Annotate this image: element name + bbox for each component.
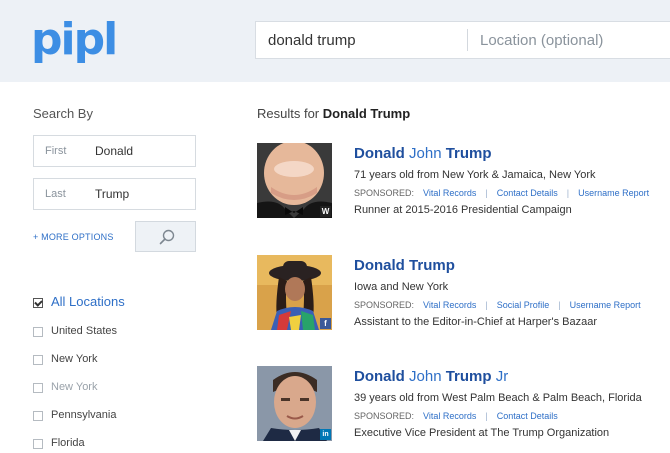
result-job: Runner at 2015-2016 Presidential Campaig…	[354, 204, 572, 216]
location-label[interactable]: New York	[51, 353, 97, 365]
contact-details-link[interactable]: Contact Details	[497, 188, 558, 198]
location-label[interactable]: Florida	[51, 437, 85, 449]
first-name-value[interactable]: Donald	[95, 144, 133, 158]
social-profile-link[interactable]: Social Profile	[497, 300, 550, 310]
link-separator: |	[485, 300, 488, 310]
name-last[interactable]: Trump	[409, 257, 455, 274]
checkbox-checked[interactable]	[33, 298, 43, 308]
wikipedia-icon: W	[320, 206, 331, 217]
sponsored-links: SPONSORED: Vital Records | Contact Details	[354, 411, 558, 421]
name-suffix[interactable]: Jr	[492, 368, 509, 385]
vital-records-link[interactable]: Vital Records	[423, 300, 476, 310]
result-name-link[interactable]: Donald Trump	[354, 257, 455, 274]
username-report-link[interactable]: Username Report	[570, 300, 641, 310]
result-description: 71 years old from New York & Jamaica, Ne…	[354, 169, 596, 181]
search-bar: donald trump Location (optional)	[255, 21, 670, 59]
location-label[interactable]: Pennsylvania	[51, 409, 116, 421]
search-button[interactable]	[135, 221, 196, 252]
checkbox[interactable]	[33, 355, 43, 365]
linkedin-icon: in	[320, 429, 331, 440]
sponsored-links: SPONSORED: Vital Records | Social Profile | U…	[354, 300, 641, 310]
link-separator: |	[485, 411, 488, 421]
sponsored-links: SPONSORED: Vital Records | Contact Details |…	[354, 188, 649, 198]
search-divider	[467, 29, 468, 51]
name-first[interactable]: Donald	[354, 257, 405, 274]
location-label[interactable]: New York	[51, 381, 97, 393]
sponsored-label: SPONSORED:	[354, 188, 415, 198]
vital-records-link[interactable]: Vital Records	[423, 188, 476, 198]
username-report-link[interactable]: Username Report	[578, 188, 649, 198]
name-first[interactable]: Donald	[354, 145, 405, 162]
pipl-logo[interactable]: pipl	[31, 14, 118, 66]
name-search-input[interactable]: donald trump	[268, 32, 356, 49]
checkbox[interactable]	[33, 327, 43, 337]
result-description: Iowa and New York	[354, 281, 449, 293]
first-name-label: First	[45, 145, 67, 157]
search-by-heading: Search By	[33, 106, 93, 121]
name-middle[interactable]: John	[405, 145, 446, 162]
location-label[interactable]: All Locations	[51, 294, 125, 309]
result-job: Executive Vice President at The Trump Or…	[354, 427, 610, 439]
facebook-icon: f	[320, 318, 331, 329]
header: pipl donald trump Location (optional)	[0, 0, 670, 82]
results-query: Donald Trump	[322, 106, 411, 121]
result-description: 39 years old from West Palm Beach & Palm…	[354, 392, 642, 404]
result-item: W Donald John Trump 71 years old from Ne…	[257, 143, 670, 223]
checkbox[interactable]	[33, 439, 43, 449]
checkbox[interactable]	[33, 383, 43, 393]
name-last[interactable]: Trump	[446, 368, 492, 385]
profile-photo[interactable]: W	[257, 143, 332, 218]
last-name-field[interactable]: Last Trump	[33, 178, 196, 210]
first-name-field[interactable]: First Donald	[33, 135, 196, 167]
location-search-input[interactable]: Location (optional)	[480, 32, 603, 49]
result-name-link[interactable]: Donald John Trump Jr	[354, 368, 508, 385]
contact-details-link[interactable]: Contact Details	[497, 411, 558, 421]
location-label[interactable]: United States	[51, 325, 117, 337]
link-separator: |	[558, 300, 561, 310]
name-first[interactable]: Donald	[354, 368, 405, 385]
vital-records-link[interactable]: Vital Records	[423, 411, 476, 421]
name-middle[interactable]: John	[405, 368, 446, 385]
link-separator: |	[485, 188, 488, 198]
result-item: f Donald Trump Iowa and New York SPONSOR…	[257, 255, 670, 335]
profile-photo[interactable]: f	[257, 255, 332, 330]
search-icon	[159, 229, 175, 245]
link-separator: |	[566, 188, 570, 198]
profile-photo[interactable]: in	[257, 366, 332, 441]
result-job: Assistant to the Editor-in-Chief at Harp…	[354, 316, 597, 328]
results-prefix: Results for	[257, 106, 323, 121]
sponsored-label: SPONSORED:	[354, 411, 415, 421]
result-item: in Donald John Trump Jr 39 years old fro…	[257, 366, 670, 446]
name-last[interactable]: Trump	[446, 145, 492, 162]
result-name-link[interactable]: Donald John Trump	[354, 145, 492, 162]
sponsored-label: SPONSORED:	[354, 300, 415, 310]
more-options-link[interactable]: + MORE OPTIONS	[33, 232, 114, 242]
last-name-label: Last	[45, 188, 66, 200]
last-name-value[interactable]: Trump	[95, 187, 129, 201]
checkbox[interactable]	[33, 411, 43, 421]
results-heading: Results for Donald Trump	[257, 106, 410, 121]
